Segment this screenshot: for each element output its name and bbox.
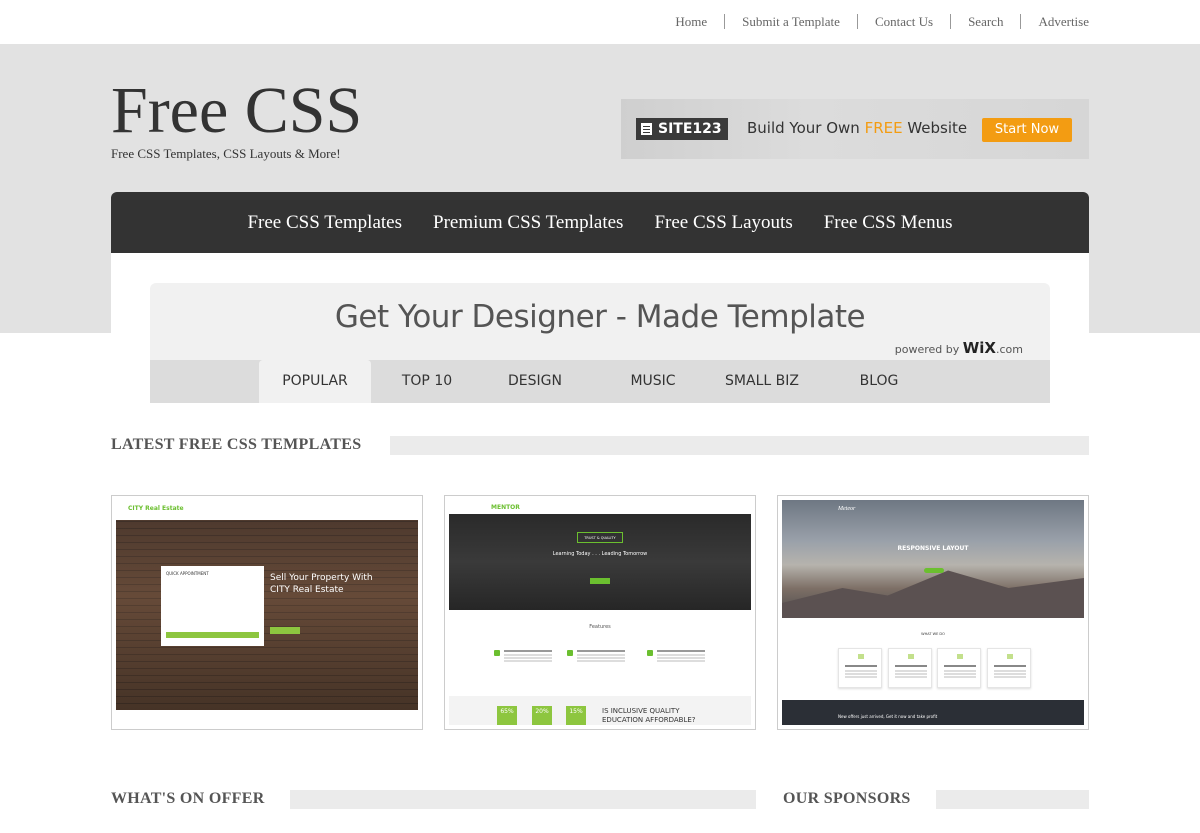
service-icon [858,654,864,659]
top-nav-contact[interactable]: Contact Us [856,14,950,29]
preview-features-title: Features [589,624,611,630]
template-thumbnail-meteor[interactable]: Meteor RESPONSIVE LAYOUT WHAT WE DO New … [777,495,1089,730]
latest-templates-title: LATEST FREE CSS TEMPLATES [111,436,362,453]
template-preview: Meteor RESPONSIVE LAYOUT WHAT WE DO New … [782,500,1084,725]
preview-headline: RESPONSIVE LAYOUT [897,545,969,552]
preview-stat: 65% [497,706,517,725]
preview-stat: 15% [566,706,586,725]
ad-slogan: Build Your Own FREE Website [747,119,967,137]
preview-service-card [888,648,932,688]
ad-start-now-button[interactable]: Start Now [982,118,1072,142]
preview-header: CITY Real Estate [116,500,418,520]
preview-feature-col [567,650,627,674]
preview-stat: 20% [532,706,552,725]
preview-trust-box: TRUST & QUALITY [577,532,623,543]
preview-cta [924,568,944,573]
service-icon [957,654,963,659]
main-nav-premium-css-templates[interactable]: Premium CSS Templates [433,212,623,234]
whats-on-offer-divider [290,790,756,809]
service-icon [908,654,914,659]
top-nav-submit-template[interactable]: Submit a Template [724,14,857,29]
wix-powered-text: powered by [894,343,963,356]
wix-domain: .com [996,343,1023,356]
wix-tab-blog[interactable]: BLOG [833,360,925,403]
preview-hero [449,514,751,610]
wix-tab-music[interactable]: MUSIC [607,360,699,403]
main-nav-free-css-templates[interactable]: Free CSS Templates [247,212,402,234]
preview-headline: Sell Your Property With CITY Real Estate [270,573,373,595]
feature-icon [567,650,573,656]
main-nav-free-css-menus[interactable]: Free CSS Menus [824,212,953,234]
preview-stats: 65% 20% 15% IS INCLUSIVE QUALITY EDUCATI… [449,696,751,725]
template-thumbnail-mentor[interactable]: MENTOR TRUST & QUALITY Learning Today . … [444,495,756,730]
top-nav: Home Submit a Template Contact Us Search… [0,0,1200,44]
ad-slogan-free: FREE [864,119,903,137]
preview-feature-col [647,650,707,674]
site123-logo: SITE123 [636,118,728,140]
wix-logo: WiX [962,339,996,357]
preview-form-title: QUICK APPOINTMENT [166,571,209,576]
ad-slogan-post: Website [902,119,968,137]
preview-footer-band: New offers just arrived, Get it now and … [782,700,1084,725]
template-preview: MENTOR TRUST & QUALITY Learning Today . … [449,500,751,725]
site-tagline: Free CSS Templates, CSS Layouts & More! [111,146,341,161]
template-preview: CITY Real Estate QUICK APPOINTMENT Sell … [116,500,418,725]
site-logo[interactable]: Free CSS [111,76,362,146]
preview-service-card [838,648,882,688]
ad-slogan-pre: Build Your Own [747,119,865,137]
top-nav-search[interactable]: Search [950,14,1020,29]
wix-tab-popular[interactable]: POPULAR [259,360,371,403]
main-nav: Free CSS Templates Premium CSS Templates… [111,192,1089,253]
top-nav-advertise[interactable]: Advertise [1020,14,1089,29]
preview-form-button [166,632,259,638]
preview-service-card [987,648,1031,688]
wix-headline: Get Your Designer - Made Template [334,299,866,335]
feature-icon [647,650,653,656]
preview-brand: MENTOR [491,504,520,511]
ad-banner[interactable]: SITE123 Build Your Own FREE Website Star… [621,99,1089,159]
template-thumbnail-city-real-estate[interactable]: CITY Real Estate QUICK APPOINTMENT Sell … [111,495,423,730]
top-nav-list: Home Submit a Template Contact Us Search… [658,14,1089,29]
preview-service-card [937,648,981,688]
feature-icon [494,650,500,656]
latest-templates-divider [390,436,1089,455]
wix-powered-by: powered by WiX.com [895,339,1023,357]
top-nav-home[interactable]: Home [658,14,724,29]
preview-header: MENTOR [449,500,751,514]
wix-tab-design[interactable]: DESIGN [489,360,581,403]
preview-headline: Learning Today . . . Leading Tomorrow [552,551,648,557]
preview-footer-text: New offers just arrived, Get it now and … [838,714,938,719]
wix-banner[interactable]: Get Your Designer - Made Template powere… [150,283,1050,403]
preview-cta [270,627,300,634]
preview-appointment-form: QUICK APPOINTMENT [161,566,264,646]
whats-on-offer-title: WHAT'S ON OFFER [111,790,265,807]
wix-tabs: POPULAR TOP 10 DESIGN MUSIC SMALL BIZ BL… [150,360,1050,403]
preview-cta [590,578,610,584]
main-nav-free-css-layouts[interactable]: Free CSS Layouts [654,212,792,234]
wix-tab-top10[interactable]: TOP 10 [381,360,473,403]
our-sponsors-divider [936,790,1089,809]
service-icon [1007,654,1013,659]
preview-brand: CITY Real Estate [128,505,184,512]
preview-quote: IS INCLUSIVE QUALITY EDUCATION AFFORDABL… [602,707,696,724]
preview-what-we-do: WHAT WE DO [921,632,945,636]
our-sponsors-title: OUR SPONSORS [783,790,911,807]
wix-tab-small-biz[interactable]: SMALL BIZ [712,360,812,403]
preview-brand: Meteor [838,506,856,512]
preview-feature-col [494,650,554,674]
